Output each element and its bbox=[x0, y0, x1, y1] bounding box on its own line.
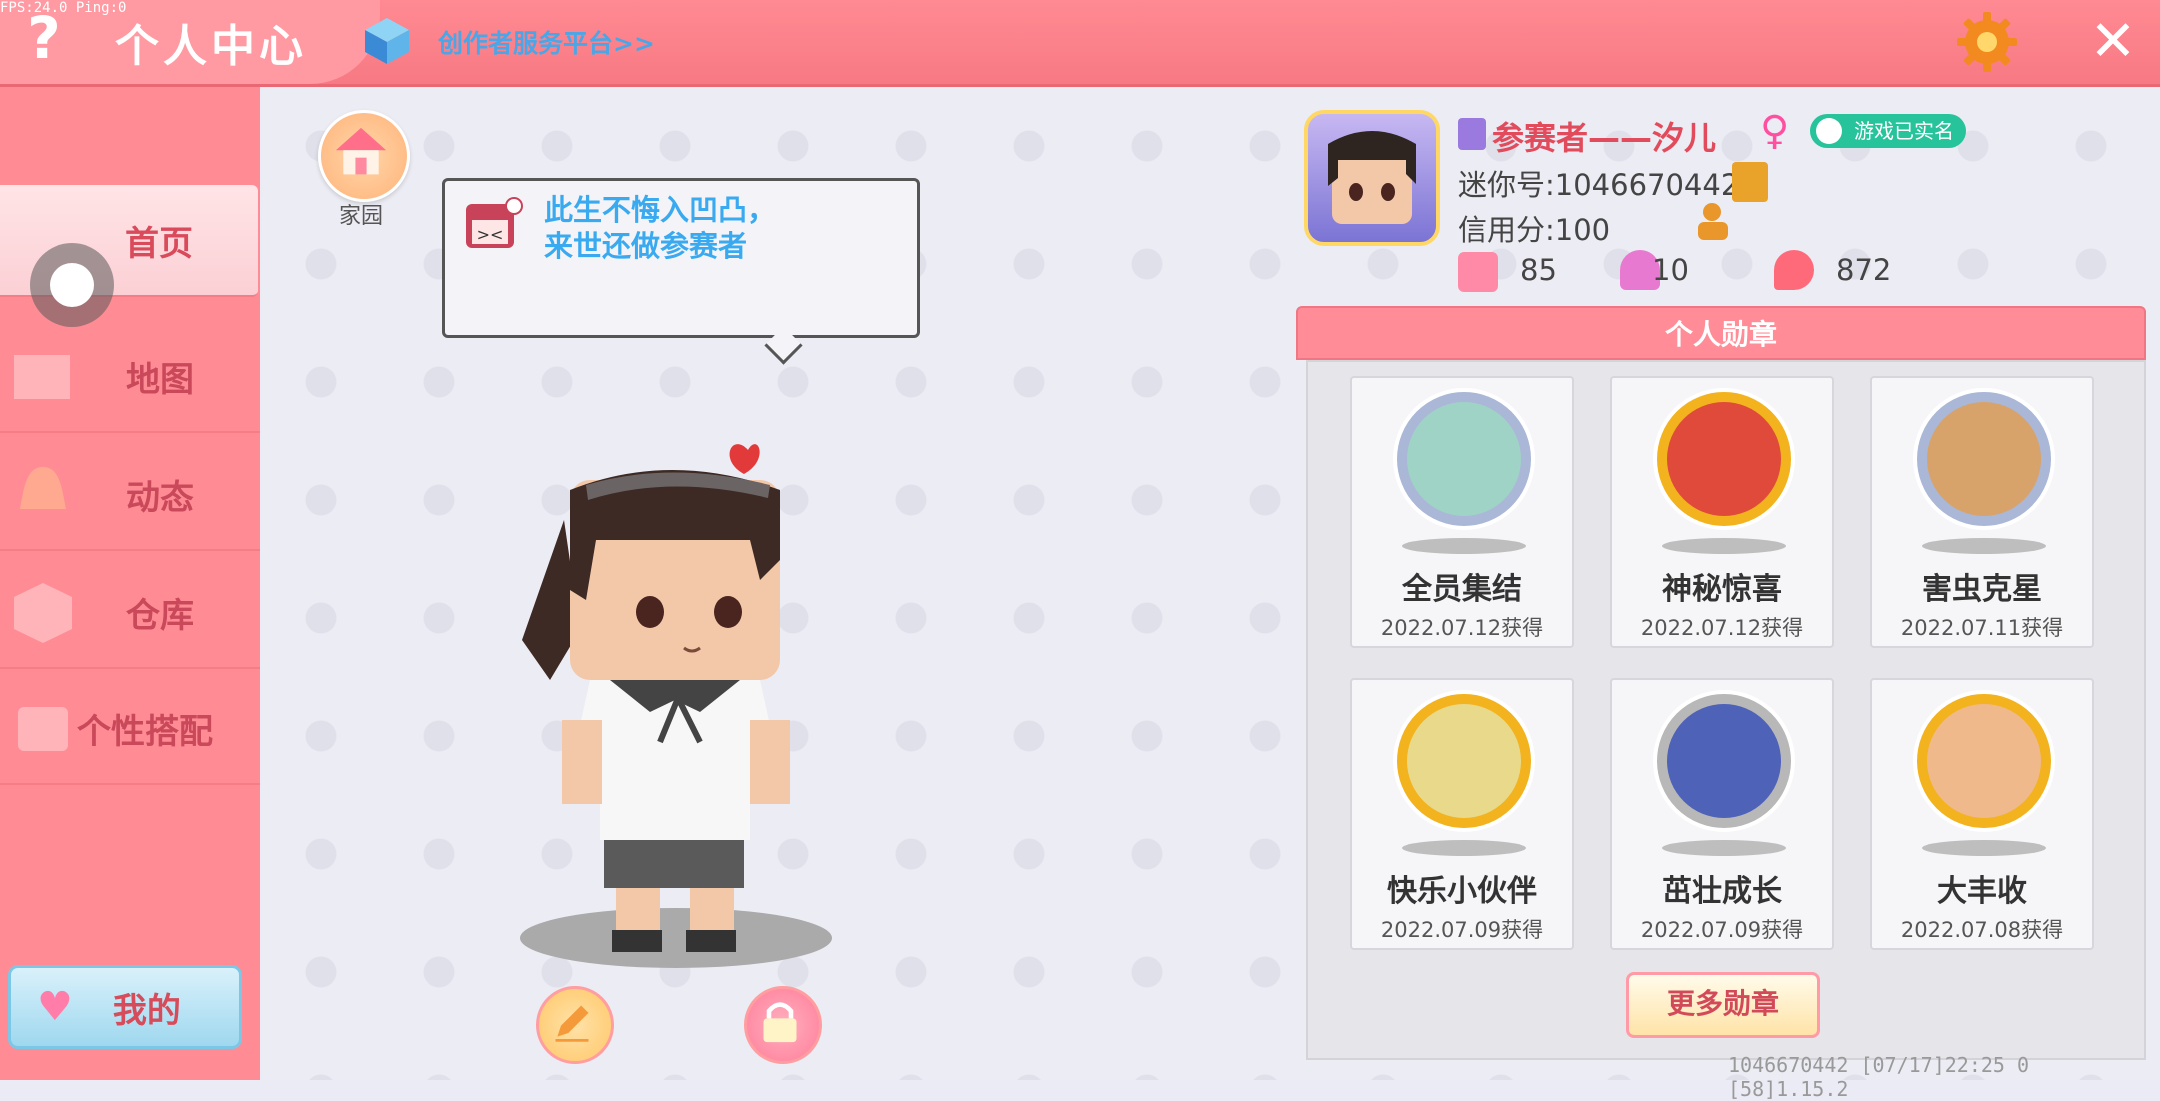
avatar-portrait bbox=[1328, 131, 1416, 224]
sidebar-item-storage[interactable]: 仓库 bbox=[0, 557, 260, 669]
copy-icon[interactable] bbox=[1732, 162, 1768, 202]
signature-text: 此生不悔入凹凸，来世还做参赛者 bbox=[544, 193, 777, 263]
fps-readout: FPS:24.0 Ping:0 bbox=[0, 0, 127, 16]
medal-card[interactable]: 快乐小伙伴 2022.07.09获得 bbox=[1350, 678, 1574, 950]
medal-base bbox=[1402, 538, 1526, 554]
medal-base bbox=[1402, 840, 1526, 856]
mine-label: 我的 bbox=[112, 990, 181, 1031]
medal-base bbox=[1922, 538, 2046, 554]
mine-button[interactable]: ♥ 我的 bbox=[8, 965, 242, 1049]
avatar[interactable] bbox=[1304, 110, 1440, 246]
medal-coin-icon bbox=[1653, 388, 1795, 530]
joystick-knob[interactable] bbox=[50, 263, 94, 307]
medal-coin-icon bbox=[1393, 388, 1535, 530]
page-title: 个人中心 bbox=[115, 21, 307, 72]
plus-card-icon bbox=[1458, 252, 1498, 292]
map-icon bbox=[14, 355, 70, 399]
edit-button[interactable] bbox=[536, 986, 614, 1064]
medal-coin-icon bbox=[1653, 690, 1795, 832]
sidebar-item-outfit[interactable]: 个性搭配 bbox=[0, 673, 260, 785]
help-button[interactable]: ? bbox=[18, 8, 70, 68]
home-label: 家园 bbox=[338, 204, 383, 229]
medal-date: 2022.07.09获得 bbox=[1640, 918, 1804, 942]
medal-card[interactable]: 全员集结 2022.07.12获得 bbox=[1350, 376, 1574, 648]
sidebar-item-label: 首页 bbox=[125, 223, 193, 264]
medal-card[interactable]: 神秘惊喜 2022.07.12获得 bbox=[1610, 376, 1834, 648]
outfit-icon bbox=[18, 707, 68, 751]
emoticon-icon: >< bbox=[466, 197, 523, 248]
heart-icon: ♥ bbox=[37, 984, 73, 1030]
sidebar: 首页 地图 动态 仓库 个性搭配 bbox=[0, 87, 260, 1080]
virtual-joystick[interactable] bbox=[30, 243, 114, 327]
bell-icon bbox=[20, 467, 66, 509]
player-character[interactable] bbox=[500, 430, 840, 970]
medal-coin-icon bbox=[1393, 690, 1535, 832]
credit-score: 信用分:100 bbox=[1458, 213, 1611, 247]
pencil-icon bbox=[555, 1005, 589, 1042]
medals-header: 个人勋章 bbox=[1296, 306, 2146, 360]
player-name: 参赛者——汐儿 bbox=[1492, 119, 1717, 157]
person-icon bbox=[1816, 118, 1842, 144]
medal-face bbox=[1667, 402, 1781, 516]
lock-icon bbox=[763, 1002, 797, 1043]
gender-female-icon: ♀ bbox=[1760, 108, 1790, 154]
flame-icon bbox=[1774, 250, 1814, 290]
cube-icon[interactable] bbox=[362, 16, 412, 66]
medal-name: 大丰收 bbox=[1937, 874, 2027, 909]
medal-base bbox=[1922, 840, 2046, 856]
creator-platform-link[interactable]: 创作者服务平台>> bbox=[438, 24, 655, 60]
box-icon bbox=[14, 583, 72, 643]
medal-face bbox=[1407, 704, 1521, 818]
close-button[interactable]: ✕ bbox=[2080, 12, 2146, 72]
medal-name: 害虫克星 bbox=[1922, 572, 2042, 607]
credit-person-icon[interactable] bbox=[1694, 200, 1734, 242]
medal-coin-icon bbox=[1913, 388, 2055, 530]
home-button[interactable] bbox=[318, 110, 410, 202]
medal-date: 2022.07.09获得 bbox=[1380, 918, 1544, 942]
stat-value: 10 bbox=[1652, 253, 1689, 287]
medal-name: 快乐小伙伴 bbox=[1387, 874, 1537, 909]
medal-date: 2022.07.12获得 bbox=[1380, 616, 1544, 640]
medal-name: 全员集结 bbox=[1402, 572, 1522, 607]
sidebar-item-label: 动态 bbox=[126, 477, 194, 518]
svg-text:><: >< bbox=[477, 225, 504, 244]
medal-card[interactable]: 大丰收 2022.07.08获得 bbox=[1870, 678, 2094, 950]
name-badge-icon bbox=[1458, 118, 1486, 150]
sidebar-item-map[interactable]: 地图 bbox=[0, 321, 260, 433]
medal-base bbox=[1662, 538, 1786, 554]
medal-face bbox=[1667, 704, 1781, 818]
footer-info: 1046670442 [07/17]22:25 0 [58]1.15.2 bbox=[1728, 1053, 2030, 1101]
medal-card[interactable]: 茁壮成长 2022.07.09获得 bbox=[1610, 678, 1834, 950]
stat-value: 872 bbox=[1836, 253, 1892, 287]
sidebar-item-label: 地图 bbox=[126, 359, 194, 400]
medal-coin-icon bbox=[1913, 690, 2055, 832]
medal-base bbox=[1662, 840, 1786, 856]
medal-card[interactable]: 害虫克星 2022.07.11获得 bbox=[1870, 376, 2094, 648]
medal-name: 神秘惊喜 bbox=[1662, 572, 1782, 607]
medal-date: 2022.07.11获得 bbox=[1900, 616, 2064, 640]
more-medals-button[interactable]: 更多勋章 bbox=[1626, 972, 1820, 1038]
sidebar-item-label: 仓库 bbox=[126, 595, 194, 636]
medal-face bbox=[1407, 402, 1521, 516]
medal-date: 2022.07.12获得 bbox=[1640, 616, 1804, 640]
house-icon bbox=[335, 127, 387, 175]
close-icon: ✕ bbox=[2089, 9, 2137, 74]
lock-button[interactable] bbox=[744, 986, 822, 1064]
sidebar-item-feed[interactable]: 动态 bbox=[0, 439, 260, 551]
stat-value: 85 bbox=[1520, 253, 1557, 287]
medal-name: 茁壮成长 bbox=[1662, 874, 1782, 909]
sidebar-item-label: 个性搭配 bbox=[77, 711, 213, 752]
mini-id: 迷你号:1046670442 bbox=[1458, 168, 1740, 202]
gear-icon[interactable] bbox=[1955, 10, 2019, 74]
medal-date: 2022.07.08获得 bbox=[1900, 918, 2064, 942]
medal-face bbox=[1927, 402, 2041, 516]
medal-face bbox=[1927, 704, 2041, 818]
